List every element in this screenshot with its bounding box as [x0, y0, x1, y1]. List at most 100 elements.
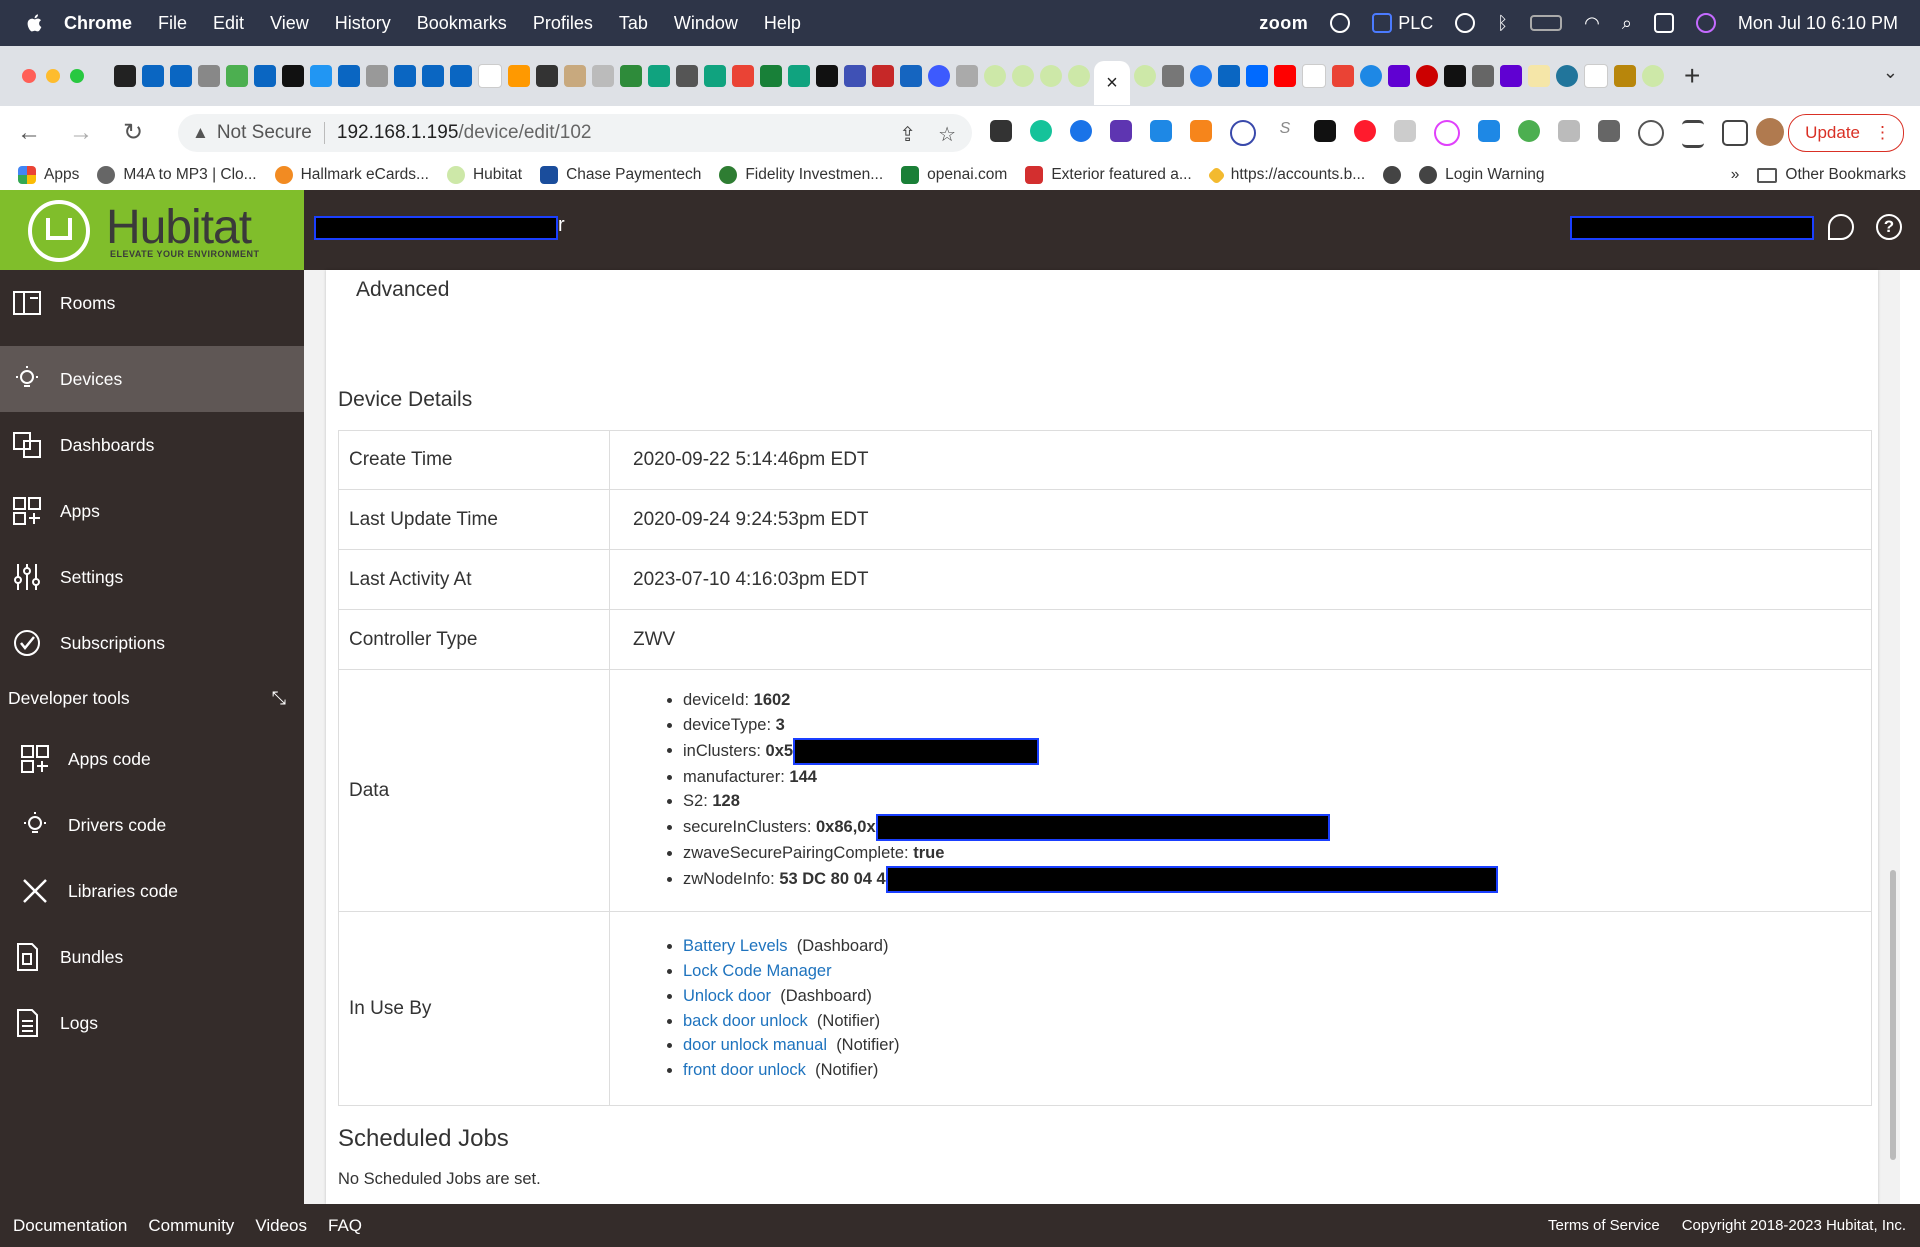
footer-link-faq[interactable]: FAQ [328, 1216, 362, 1236]
bookmark-hallmark[interactable]: Hallmark eCards... [274, 166, 429, 184]
menu-help[interactable]: Help [764, 13, 801, 34]
footer-link-documentation[interactable]: Documentation [13, 1216, 127, 1236]
address-bar[interactable]: ▲ Not Secure 192.168.1.195/device/edit/1… [178, 114, 972, 152]
google-icon[interactable] [1302, 64, 1326, 88]
linkedin-icon[interactable] [450, 65, 472, 87]
menubar-clock[interactable]: Mon Jul 10 6:10 PM [1738, 13, 1898, 34]
in-use-link[interactable]: door unlock manual [683, 1036, 827, 1054]
tab-favicon[interactable] [816, 65, 838, 87]
side-panel-icon[interactable] [1722, 120, 1748, 146]
bookmark-hubitat[interactable]: Hubitat [446, 166, 522, 184]
tab-favicon[interactable] [592, 65, 614, 87]
creative-cloud-icon[interactable] [1330, 13, 1351, 33]
sidebar-item-devices[interactable]: Devices [0, 346, 304, 412]
url-path[interactable]: /device/edit/102 [458, 122, 591, 144]
sidebar-item-apps-code[interactable]: Apps code [0, 726, 304, 792]
sidebar-item-rooms[interactable]: Rooms [0, 270, 304, 336]
openai-icon[interactable] [704, 65, 726, 87]
bluetooth-icon[interactable]: ᛒ [1497, 13, 1508, 34]
download-icon[interactable] [1478, 120, 1500, 142]
back-button[interactable]: ← [16, 120, 42, 146]
youtube-icon[interactable] [1274, 65, 1296, 87]
tab-favicon[interactable] [1472, 65, 1494, 87]
tab-favicon[interactable] [536, 65, 558, 87]
advanced-section-label[interactable]: Advanced [356, 278, 449, 302]
tab-favicon[interactable] [366, 65, 388, 87]
tab-favicon[interactable] [114, 65, 136, 87]
hubitat-tab-icon[interactable] [1040, 65, 1062, 87]
linkedin-icon[interactable] [422, 65, 444, 87]
menu-edit[interactable]: Edit [213, 13, 244, 34]
more-bookmarks-button[interactable]: » [1731, 166, 1740, 184]
collapse-icon[interactable]: ⤡ [272, 688, 286, 709]
play-icon[interactable] [1455, 13, 1476, 33]
sidebar-item-logs[interactable]: Logs [0, 990, 304, 1056]
extension-icon[interactable]: S [1274, 120, 1296, 142]
tab-favicon[interactable] [900, 65, 922, 87]
sidebar-item-dashboards[interactable]: Dashboards [0, 412, 304, 478]
help-icon[interactable]: ? [1876, 214, 1902, 240]
bookmark-fidelity[interactable]: Fidelity Investmen... [719, 166, 883, 184]
reload-button[interactable]: ↻ [120, 120, 146, 146]
metamask-icon[interactable] [1190, 120, 1212, 142]
hubitat-logo[interactable]: Hubitat ELEVATE YOUR ENVIRONMENT [0, 190, 304, 270]
footer-link-community[interactable]: Community [148, 1216, 234, 1236]
minimize-window-button[interactable] [46, 69, 60, 83]
hubitat-tab-icon[interactable] [984, 65, 1006, 87]
target-icon[interactable] [1416, 65, 1438, 87]
tab-favicon[interactable] [508, 65, 530, 87]
gmail-icon[interactable] [732, 65, 754, 87]
developer-tools-header[interactable]: Developer tools ⤡ [8, 688, 296, 709]
sidebar-item-settings[interactable]: Settings [0, 544, 304, 610]
sidebar-item-subscriptions[interactable]: Subscriptions [0, 610, 304, 676]
extension-icon[interactable] [1230, 120, 1256, 146]
profile-avatar[interactable] [1756, 118, 1784, 146]
wifi-icon[interactable]: ◠ [1584, 13, 1600, 34]
chat-bubble-icon[interactable] [1828, 214, 1854, 240]
linkedin-icon[interactable] [142, 65, 164, 87]
tab-favicon[interactable] [760, 65, 782, 87]
hubitat-tab-icon[interactable] [1012, 65, 1034, 87]
tab-favicon[interactable] [928, 65, 950, 87]
tab-favicon[interactable] [310, 65, 332, 87]
grammarly-icon[interactable] [1030, 120, 1052, 142]
google-icon[interactable] [1584, 64, 1608, 88]
bookmark-apps[interactable]: Apps [18, 166, 79, 184]
tab-search-button[interactable]: ⌄ [1883, 62, 1898, 83]
puzzle-icon[interactable] [1598, 120, 1620, 142]
in-use-link[interactable]: back door unlock [683, 1012, 808, 1030]
bookmark-globe[interactable] [1383, 166, 1402, 184]
linkedin-icon[interactable] [170, 65, 192, 87]
tab-favicon[interactable] [1614, 65, 1636, 87]
extension-icon[interactable] [1394, 120, 1416, 142]
amazon-icon[interactable] [478, 64, 502, 88]
tab-favicon[interactable] [226, 65, 248, 87]
bookmark-chase[interactable]: Chase Paymentech [540, 166, 701, 184]
menu-file[interactable]: File [158, 13, 187, 34]
menu-window[interactable]: Window [674, 13, 738, 34]
menu-bookmarks[interactable]: Bookmarks [417, 13, 507, 34]
menu-profiles[interactable]: Profiles [533, 13, 593, 34]
extension-icon[interactable] [1638, 120, 1664, 146]
tab-favicon[interactable] [844, 65, 866, 87]
zillow-icon[interactable] [1246, 65, 1268, 87]
in-use-link[interactable]: front door unlock [683, 1061, 806, 1079]
tab-favicon[interactable] [1528, 65, 1550, 87]
extension-icon[interactable] [1518, 120, 1540, 142]
forward-button[interactable]: → [68, 120, 94, 146]
sidebar-item-libraries-code[interactable]: Libraries code [0, 858, 304, 924]
close-window-button[interactable] [22, 69, 36, 83]
yahoo-icon[interactable] [1388, 65, 1410, 87]
yahoo-icon[interactable] [1500, 65, 1522, 87]
extension-icon[interactable] [1434, 120, 1460, 146]
calendar-icon[interactable] [1162, 65, 1184, 87]
facebook-icon[interactable] [1190, 65, 1212, 87]
bookmark-star-icon[interactable]: ☆ [938, 122, 956, 147]
page-scrollbar[interactable] [1890, 870, 1896, 1160]
td-bank-icon[interactable] [620, 65, 642, 87]
tab-favicon[interactable] [1360, 65, 1382, 87]
plc-status[interactable]: PLC [1372, 13, 1433, 34]
control-center-icon[interactable] [1653, 13, 1674, 33]
zoom-status[interactable]: zoom [1259, 13, 1308, 34]
gmail-icon[interactable] [1332, 65, 1354, 87]
